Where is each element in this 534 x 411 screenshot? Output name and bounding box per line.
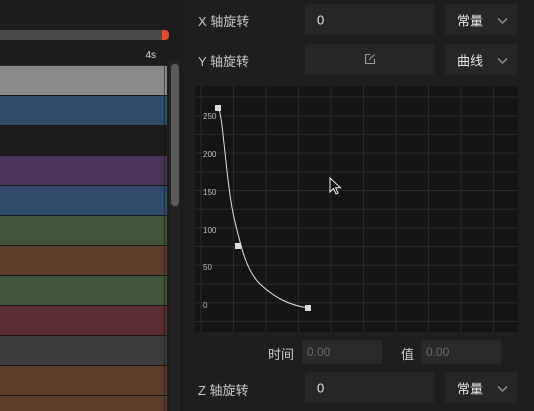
x-rotation-input[interactable]: 0 — [305, 4, 434, 35]
keyframe-handle-end[interactable] — [305, 305, 311, 311]
track-clip-edge[interactable] — [164, 246, 165, 275]
x-rotation-mode-value: 常量 — [457, 13, 484, 28]
track-clip-edge[interactable] — [164, 366, 165, 395]
y-tick-label: 100 — [203, 226, 217, 235]
keyframe-time-placeholder: 0.00 — [307, 345, 331, 359]
curve-grid — [195, 86, 518, 332]
y-tick-label: 250 — [203, 112, 217, 121]
z-rotation-label: Z 轴旋转 — [198, 383, 249, 398]
x-rotation-value: 0 — [317, 12, 325, 27]
playhead-marker[interactable] — [162, 30, 169, 40]
curve-y-axis: 250 200 150 100 50 0 — [203, 112, 217, 310]
z-rotation-mode-value: 常量 — [457, 381, 484, 396]
z-rotation-mode-select[interactable]: 常量 — [445, 372, 518, 403]
y-rotation-mode-value: 曲线 — [457, 53, 484, 68]
y-rotation-mode-select[interactable]: 曲线 — [445, 44, 518, 75]
track-clip-edge[interactable] — [164, 186, 165, 215]
time-ruler[interactable]: 4s — [0, 49, 166, 66]
timeline-track-2[interactable] — [0, 96, 167, 126]
chevron-down-icon — [497, 52, 508, 67]
timeline-toolbar — [0, 0, 182, 29]
track-clip-edge[interactable] — [164, 306, 165, 335]
y-tick-label: 150 — [203, 188, 217, 197]
track-clip-edge[interactable] — [164, 96, 165, 125]
timeline-track-3[interactable] — [0, 126, 167, 156]
timeline-panel: 4s — [0, 0, 182, 411]
chevron-down-icon — [497, 380, 508, 395]
z-rotation-input[interactable]: 0 — [305, 372, 434, 403]
mouse-cursor-icon — [329, 176, 342, 195]
y-rotation-curve-edit-button[interactable] — [305, 44, 434, 75]
timeline-track-5[interactable] — [0, 186, 167, 216]
keyframe-time-input[interactable]: 0.00 — [302, 340, 382, 364]
timeline-track-7[interactable] — [0, 246, 167, 276]
timeline-track-12[interactable] — [0, 396, 167, 411]
keyframe-handle-start[interactable] — [215, 105, 221, 111]
track-clip-edge[interactable] — [164, 66, 165, 95]
z-rotation-value: 0 — [317, 380, 325, 395]
timeline-track-11[interactable] — [0, 366, 167, 396]
x-rotation-label: X 轴旋转 — [198, 14, 250, 29]
keyframe-handle-mid[interactable] — [235, 243, 241, 249]
y-tick-label: 0 — [203, 301, 208, 310]
y-tick-label: 200 — [203, 150, 217, 159]
track-list — [0, 66, 167, 411]
keyframe-time-label: 时间 — [268, 347, 295, 362]
timeline-track-6[interactable] — [0, 216, 167, 246]
track-clip-edge[interactable] — [164, 156, 165, 185]
edit-icon — [364, 53, 376, 68]
timeline-track-10[interactable] — [0, 336, 167, 366]
curve-line — [217, 107, 309, 309]
y-rotation-label: Y 轴旋转 — [198, 54, 250, 69]
ruler-time-label: 4s — [145, 50, 156, 61]
timeline-scrubber-bar[interactable] — [0, 30, 166, 40]
track-clip-edge[interactable] — [164, 126, 165, 155]
curve-graph[interactable]: 250 200 150 100 50 0 — [195, 86, 518, 332]
timeline-track-1[interactable] — [0, 66, 167, 96]
timeline-track-8[interactable] — [0, 276, 167, 306]
track-clip-edge[interactable] — [164, 396, 165, 411]
keyframe-value-input[interactable]: 0.00 — [421, 340, 501, 364]
x-rotation-mode-select[interactable]: 常量 — [445, 4, 518, 35]
timeline-track-4[interactable] — [0, 156, 167, 186]
track-clip-edge[interactable] — [164, 336, 165, 365]
track-clip-edge[interactable] — [164, 276, 165, 305]
track-clip-edge[interactable] — [164, 216, 165, 245]
y-tick-label: 50 — [203, 263, 212, 272]
keyframe-value-label: 值 — [401, 347, 415, 362]
timeline-scrollbar-thumb[interactable] — [171, 64, 179, 206]
chevron-down-icon — [497, 12, 508, 27]
keyframe-value-placeholder: 0.00 — [426, 345, 450, 359]
properties-panel: X 轴旋转 0 常量 Y 轴旋转 曲线 250 200 150 100 50 0 — [182, 0, 534, 411]
timeline-track-9[interactable] — [0, 306, 167, 336]
curve-editor[interactable]: 250 200 150 100 50 0 — [195, 86, 518, 332]
